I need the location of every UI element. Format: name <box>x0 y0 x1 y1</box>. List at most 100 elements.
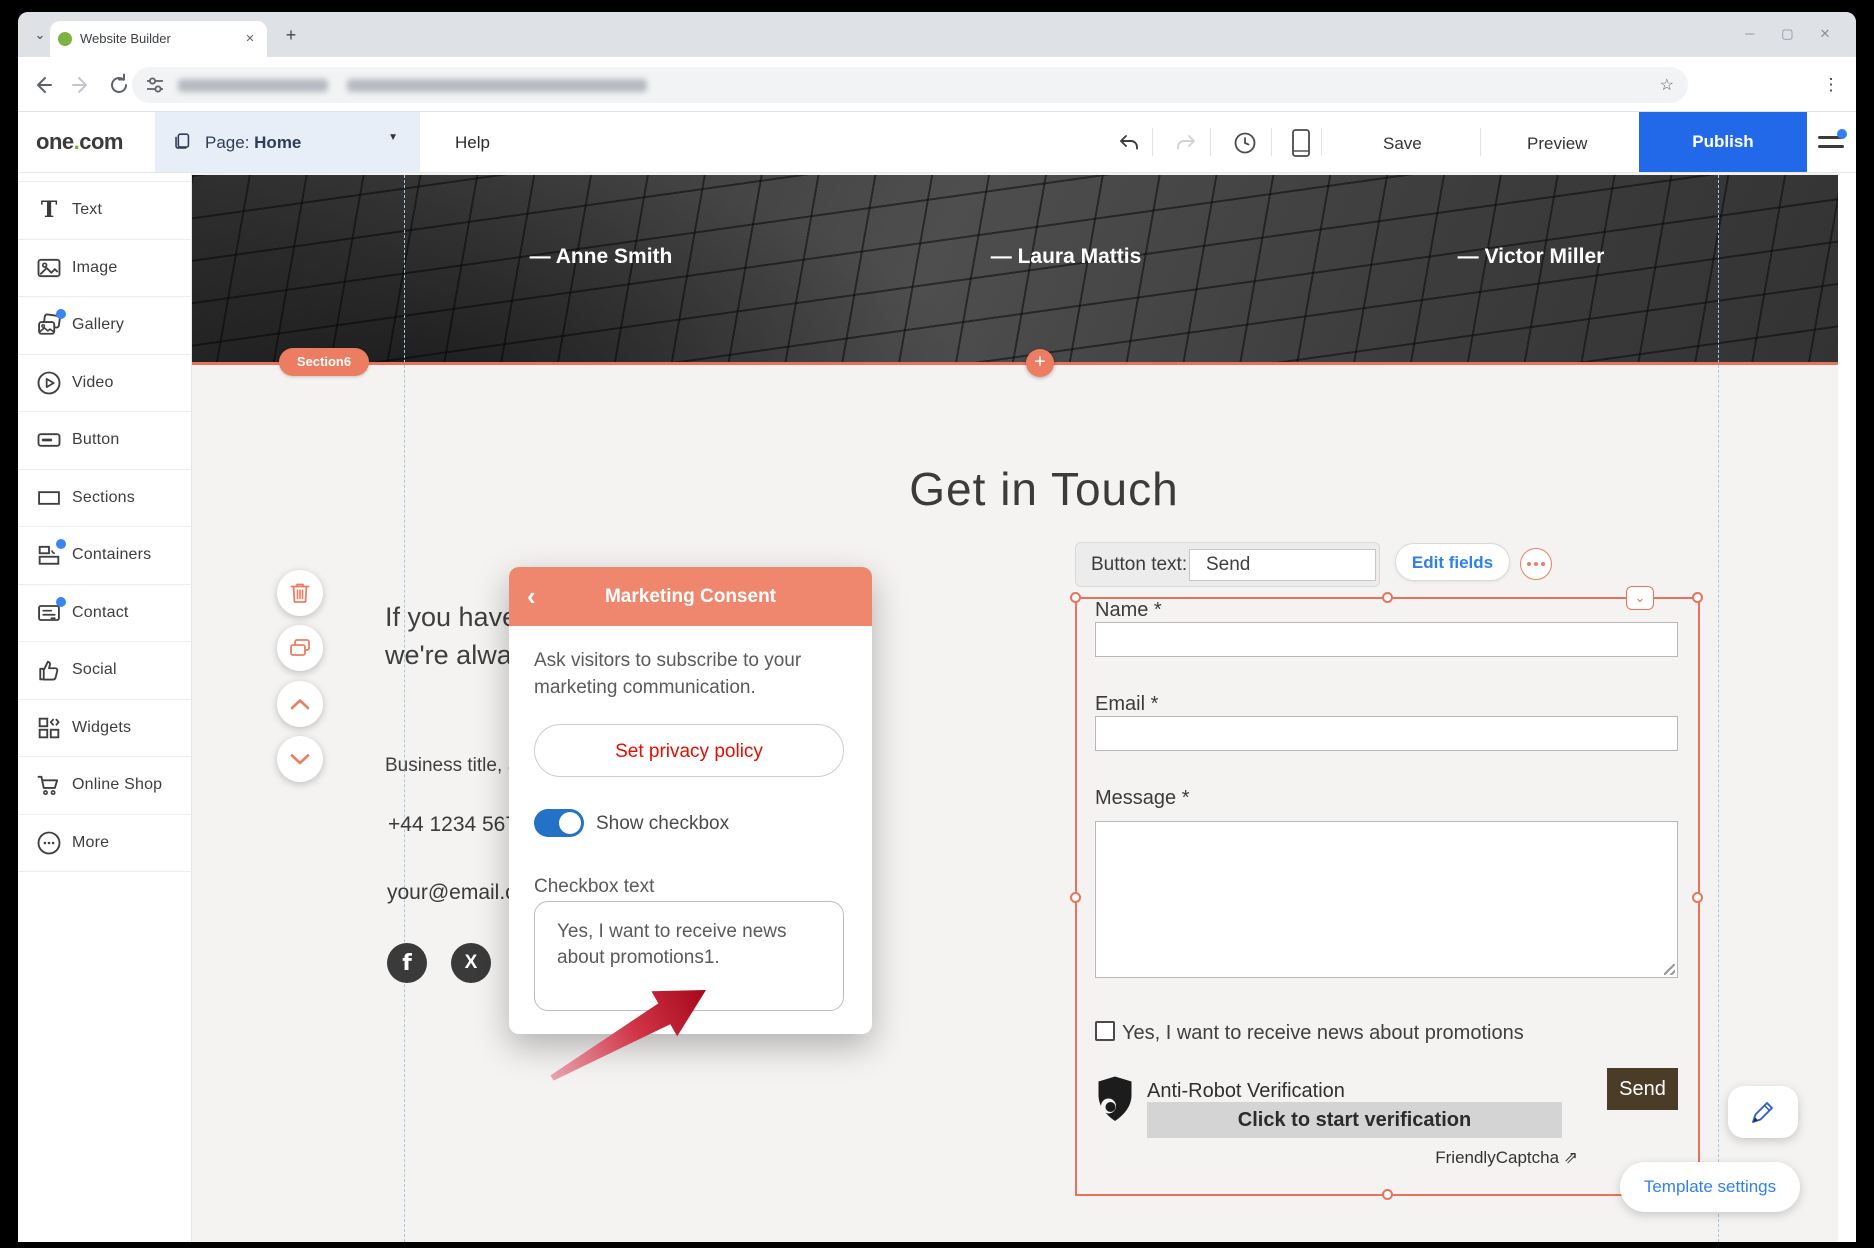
duplicate-section-button[interactable] <box>277 625 323 671</box>
maximize-button[interactable]: ▢ <box>1770 20 1804 48</box>
selection-handle[interactable] <box>1692 592 1703 603</box>
sidebar-item-sections[interactable]: Sections <box>18 470 192 528</box>
collapse-selection-icon[interactable]: ⌄ <box>1626 586 1654 610</box>
history-button[interactable] <box>1231 129 1259 157</box>
friendlycaptcha-link[interactable]: FriendlyCaptcha ⇗ <box>1423 1148 1578 1168</box>
preview-button[interactable]: Preview <box>1527 134 1587 154</box>
new-badge <box>56 597 66 607</box>
new-badge <box>56 309 66 319</box>
selection-handle[interactable] <box>1070 892 1081 903</box>
sidebar-item-image[interactable]: Image <box>18 240 192 298</box>
publish-button[interactable]: Publish <box>1639 112 1807 172</box>
start-verification-button[interactable]: Click to start verification <box>1147 1102 1562 1138</box>
new-tab-button[interactable]: + <box>278 22 304 48</box>
builder-menu-icon[interactable] <box>1818 132 1844 152</box>
edit-fields-button[interactable]: Edit fields <box>1395 543 1510 581</box>
sidebar-item-online-shop[interactable]: Online Shop <box>18 757 192 815</box>
button-text-label: Button text: <box>1091 554 1187 576</box>
more-options-button[interactable] <box>1520 548 1552 580</box>
popup-header: ‹ Marketing Consent <box>509 567 872 626</box>
chevron-down-icon: ▼ <box>388 132 398 143</box>
section-divider <box>192 362 1838 365</box>
section-badge[interactable]: Section6 <box>279 348 369 376</box>
site-settings-icon[interactable] <box>144 74 166 96</box>
close-window-button[interactable]: ✕ <box>1808 20 1842 48</box>
address-bar[interactable]: ☆ <box>132 67 1688 103</box>
chevron-down-icon <box>289 752 311 766</box>
sidebar-item-button[interactable]: Button <box>18 412 192 470</box>
move-section-up-button[interactable] <box>277 681 323 727</box>
name-field[interactable] <box>1095 622 1678 657</box>
hero-image[interactable]: — Anne Smith — Laura Mattis — Victor Mil… <box>192 175 1838 362</box>
minimize-button[interactable]: ─ <box>1733 20 1767 48</box>
selection-handle[interactable] <box>1382 1189 1393 1200</box>
redo-button[interactable] <box>1173 130 1199 156</box>
bookmark-star-icon[interactable]: ☆ <box>1660 75 1674 95</box>
set-privacy-policy-button[interactable]: Set privacy policy <box>534 724 844 777</box>
sidebar-item-social[interactable]: Social <box>18 642 192 700</box>
captcha-shield-icon <box>1096 1075 1134 1123</box>
promotions-checkbox[interactable] <box>1095 1021 1115 1041</box>
send-button[interactable]: Send <box>1607 1068 1678 1110</box>
editor-canvas: — Anne Smith — Laura Mattis — Victor Mil… <box>192 173 1838 1242</box>
delete-section-button[interactable] <box>277 570 323 616</box>
sidebar-item-more[interactable]: More <box>18 815 192 873</box>
address-row: ☆ ⋮ <box>18 57 1856 112</box>
design-tools-button[interactable] <box>1728 1086 1798 1138</box>
sections-icon <box>35 484 63 512</box>
tab-close-icon[interactable]: ✕ <box>241 30 259 48</box>
sidebar-item-containers[interactable]: Containers <box>18 527 192 585</box>
selection-handle[interactable] <box>1382 592 1393 603</box>
show-checkbox-label: Show checkbox <box>596 813 729 835</box>
section-heading[interactable]: Get in Touch <box>718 462 1370 516</box>
undo-button[interactable] <box>1116 130 1142 156</box>
browser-tab[interactable]: Website Builder ✕ <box>50 21 267 57</box>
button-text-input[interactable] <box>1189 549 1376 581</box>
move-section-down-button[interactable] <box>277 736 323 782</box>
chevron-up-icon <box>289 697 311 711</box>
toolbar-separator <box>1210 128 1211 156</box>
reload-button[interactable] <box>104 70 134 100</box>
sidebar-item-widgets[interactable]: Widgets <box>18 700 192 758</box>
form-field-label: Email * <box>1095 693 1158 716</box>
widgets-icon <box>35 714 63 742</box>
layout-guide <box>404 175 405 1242</box>
form-field-label: Message * <box>1095 787 1190 810</box>
antirobot-title: Anti-Robot Verification <box>1147 1080 1345 1103</box>
form-field-label: Name * <box>1095 599 1162 622</box>
popup-title: Marketing Consent <box>509 586 872 608</box>
forward-button[interactable] <box>66 70 96 100</box>
sidebar-item-gallery[interactable]: Gallery <box>18 297 192 355</box>
x-twitter-icon[interactable]: X <box>451 943 491 983</box>
add-section-button[interactable]: + <box>1026 349 1054 377</box>
sidebar-item-video[interactable]: Video <box>18 355 192 413</box>
resize-handle-icon[interactable] <box>1664 964 1675 975</box>
mobile-preview-button[interactable] <box>1290 128 1312 158</box>
template-settings-button[interactable]: Template settings <box>1620 1162 1800 1212</box>
checkbox-text-input[interactable]: Yes, I want to receive news about promot… <box>534 901 844 1011</box>
selection-handle[interactable] <box>1070 592 1081 603</box>
sidebar-item-text[interactable]: T Text <box>18 182 192 240</box>
pages-icon <box>171 131 193 153</box>
browser-menu-icon[interactable]: ⋮ <box>1820 70 1842 100</box>
sidebar-item-contact[interactable]: Contact <box>18 585 192 643</box>
toolbar-separator <box>1271 128 1272 156</box>
page-selector[interactable]: Page: Home ▼ <box>155 112 420 172</box>
selection-handle[interactable] <box>1692 892 1703 903</box>
browser-window: ⌄ Website Builder ✕ + ─ ▢ ✕ ☆ <box>18 12 1856 1242</box>
marketing-consent-popup: ‹ Marketing Consent Ask visitors to subs… <box>509 567 872 1034</box>
help-button[interactable]: Help <box>455 133 490 153</box>
testimonial-name: — Anne Smith <box>530 245 673 269</box>
back-button[interactable] <box>28 70 58 100</box>
facebook-icon[interactable]: f <box>387 943 427 983</box>
email-field[interactable] <box>1095 716 1678 751</box>
video-icon <box>35 369 63 397</box>
save-button[interactable]: Save <box>1383 134 1422 154</box>
checkbox-text-label: Checkbox text <box>534 876 654 898</box>
show-checkbox-toggle[interactable] <box>534 809 584 837</box>
tab-strip: ⌄ Website Builder ✕ + ─ ▢ ✕ <box>18 12 1856 57</box>
layout-guide <box>1718 175 1719 1242</box>
promotions-checkbox-label: Yes, I want to receive news about promot… <box>1122 1022 1524 1045</box>
message-field[interactable] <box>1095 821 1678 978</box>
testimonial-name: — Laura Mattis <box>991 245 1142 269</box>
